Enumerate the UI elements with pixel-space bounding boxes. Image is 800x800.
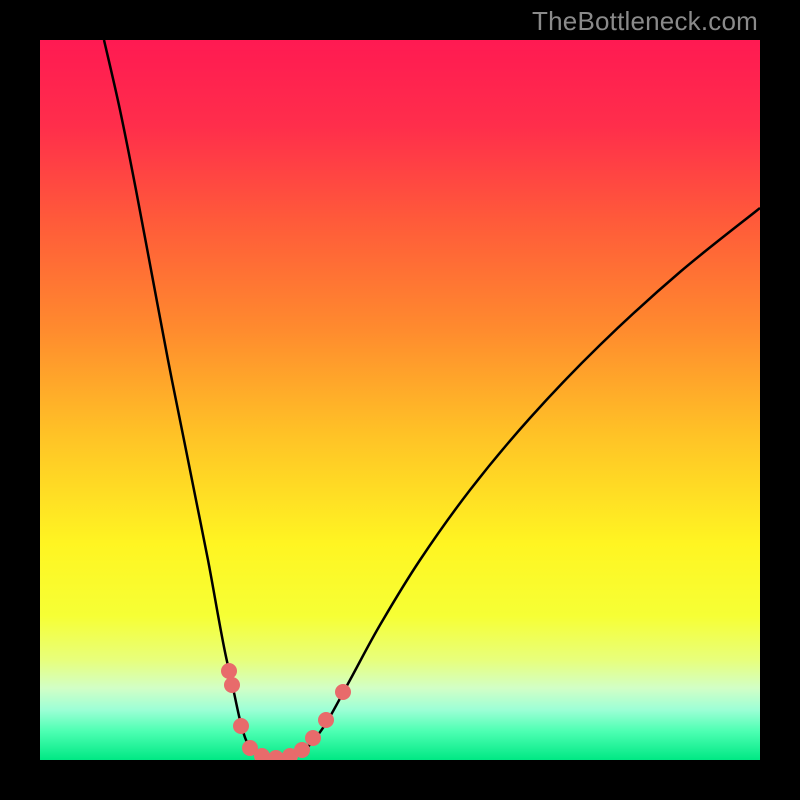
chart-svg [40,40,760,760]
data-marker [305,730,321,746]
gradient-background [40,40,760,760]
data-marker [318,712,334,728]
data-marker [221,663,237,679]
data-marker [294,742,310,758]
data-marker [224,677,240,693]
data-marker [335,684,351,700]
plot-area [40,40,760,760]
chart-frame: TheBottleneck.com [0,0,800,800]
data-marker [233,718,249,734]
watermark-text: TheBottleneck.com [532,6,758,37]
